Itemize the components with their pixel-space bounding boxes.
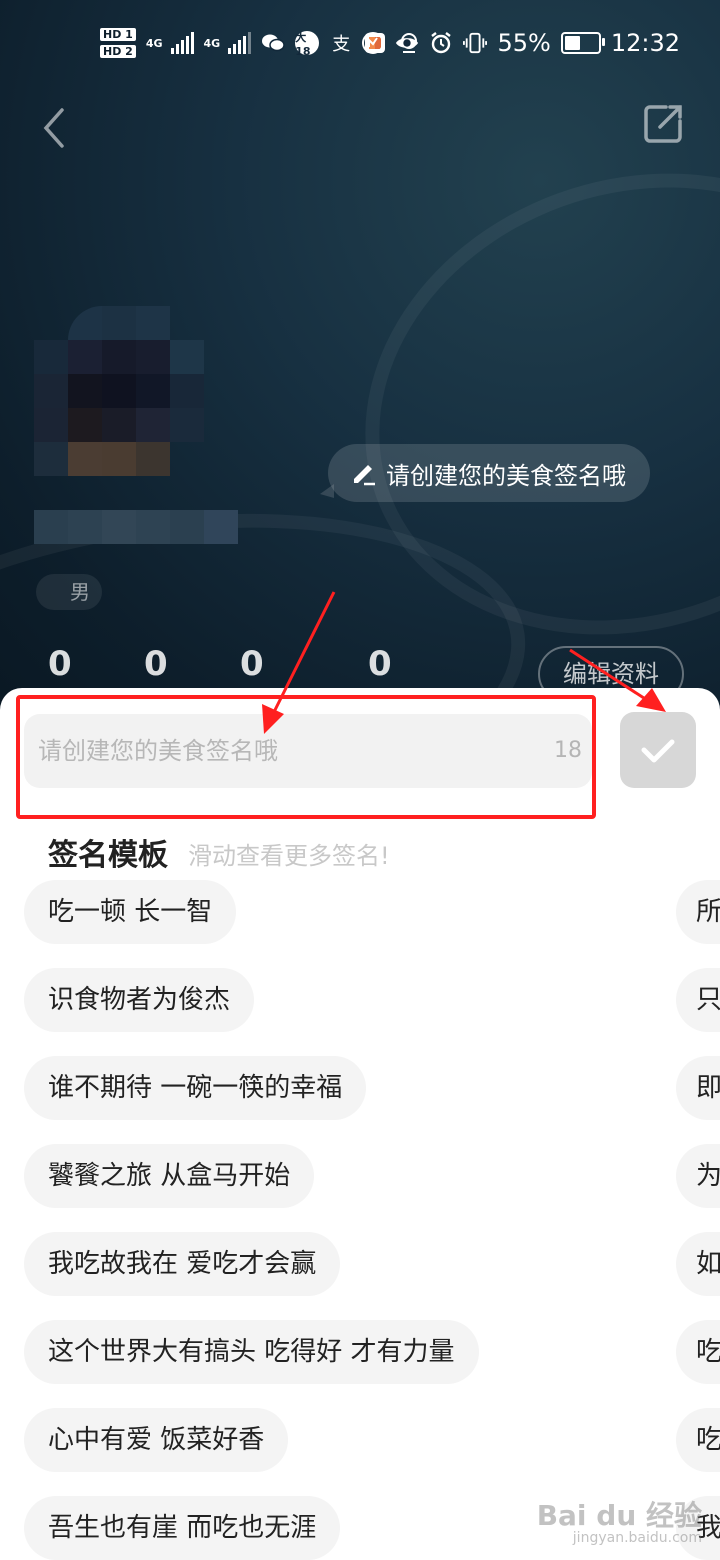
- network-type-1: 4G: [145, 36, 163, 50]
- alipay-icon: 支: [332, 34, 351, 55]
- template-chip[interactable]: 心中有爱 饭菜好香: [24, 1408, 289, 1472]
- share-button[interactable]: [642, 103, 684, 145]
- templates-title: 签名模板: [48, 838, 168, 873]
- template-chip-next[interactable]: 为: [676, 1144, 720, 1208]
- hd1-badge: HD 1: [100, 28, 136, 41]
- gender-badge: 男: [36, 574, 102, 610]
- wechat-icon: [261, 31, 285, 55]
- template-chip-next[interactable]: 吃: [676, 1320, 720, 1384]
- template-chip[interactable]: 这个世界大有搞头 吃得好 才有力量: [24, 1320, 479, 1384]
- watermark-brand: Bai du 经验: [536, 1499, 702, 1532]
- stat-value[interactable]: 0: [240, 644, 264, 684]
- watermark-url: jingyan.baidu.com: [572, 1530, 702, 1546]
- stat-value[interactable]: 0: [48, 644, 72, 684]
- vibrate-icon: [463, 31, 488, 55]
- template-chip[interactable]: 吾生也有崖 而吃也无涯: [24, 1496, 341, 1560]
- battery-percent: 55%: [497, 29, 551, 57]
- hd2-badge: HD 2: [100, 45, 136, 58]
- template-chip-next[interactable]: 即: [676, 1056, 720, 1120]
- clock: 12:32: [610, 29, 680, 57]
- eye-icon: [395, 31, 419, 55]
- daxuehui-icon: 大18: [295, 31, 320, 58]
- signature-tip-text: 请创建您的美食签名哦: [386, 461, 626, 490]
- back-button[interactable]: [36, 106, 76, 150]
- alarm-icon: [429, 31, 453, 55]
- chevron-left-icon: [43, 108, 64, 148]
- wifi-speed-icon: [361, 31, 385, 55]
- signal-icon: [228, 32, 252, 54]
- template-chip[interactable]: 我吃故我在 爱吃才会赢: [24, 1232, 341, 1296]
- annotation-highlight-box: [16, 695, 596, 819]
- network-type-2: 4G: [203, 36, 221, 50]
- avatar[interactable]: [34, 306, 204, 476]
- template-chip[interactable]: 谁不期待 一碗一筷的幸福: [24, 1056, 367, 1120]
- template-chip[interactable]: 饕餮之旅 从盒马开始: [24, 1144, 315, 1208]
- signature-tip-bubble[interactable]: 请创建您的美食签名哦: [320, 444, 650, 502]
- status-bar: HD 1 HD 2 4G 4G 大18 支 55% 12:32: [0, 18, 720, 68]
- template-chip[interactable]: 识食物者为俊杰: [24, 968, 255, 1032]
- battery-icon: [560, 32, 605, 54]
- stat-value[interactable]: 0: [144, 644, 168, 684]
- confirm-button[interactable]: [620, 712, 696, 788]
- check-icon: [641, 739, 675, 763]
- template-chip-next[interactable]: 所: [676, 880, 720, 944]
- share-icon: [644, 105, 682, 143]
- hd-indicators: HD 1 HD 2: [100, 28, 136, 58]
- status-bar-right: 55% 12:32: [361, 18, 680, 68]
- template-chip-next[interactable]: 只: [676, 968, 720, 1032]
- template-chip-next[interactable]: 吃: [676, 1408, 720, 1472]
- templates-hint: 滑动查看更多签名!: [188, 842, 390, 870]
- signal-icon: [170, 32, 194, 54]
- template-chip-next[interactable]: 如: [676, 1232, 720, 1296]
- username-pixelated: [34, 510, 238, 544]
- baidu-watermark: Bai du 经验 jingyan.baidu.com: [536, 1499, 702, 1547]
- stat-value[interactable]: 0: [368, 644, 392, 684]
- template-chip[interactable]: 吃一顿 长一智: [24, 880, 237, 944]
- battery-level: [564, 36, 581, 50]
- pencil-icon: [354, 465, 375, 486]
